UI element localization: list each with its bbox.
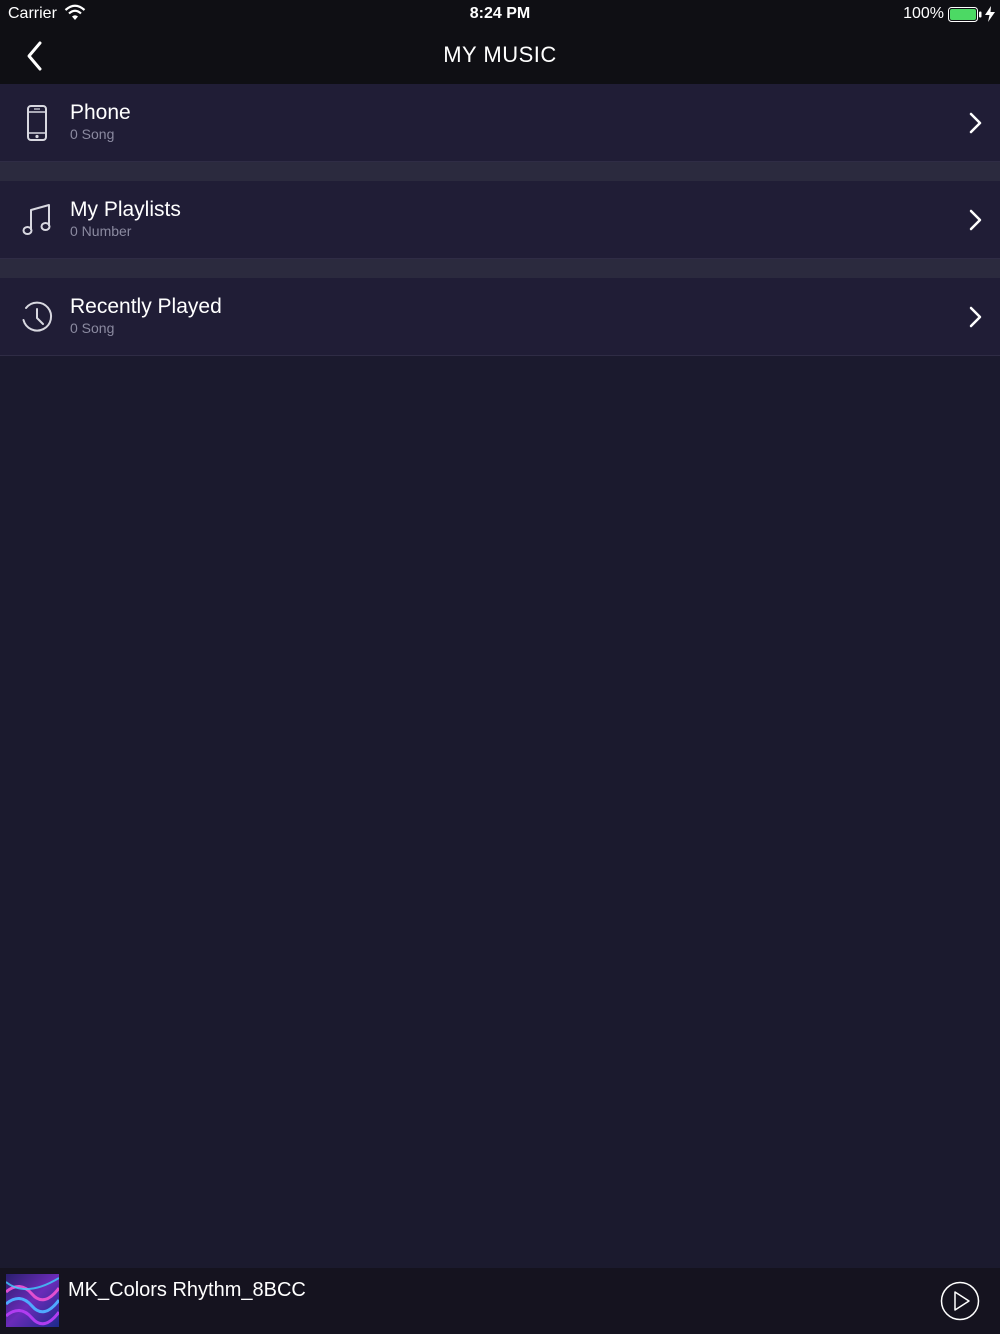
menu-item-count: 0 Number xyxy=(70,223,132,239)
album-art xyxy=(6,1274,59,1327)
section-divider xyxy=(0,162,1000,181)
menu-item-phone[interactable]: Phone 0 Song xyxy=(0,84,1000,162)
menu-item-label: Recently Played xyxy=(70,295,222,318)
navigation-bar: MY MUSIC xyxy=(0,28,1000,84)
music-menu: Phone 0 Song My Playlists 0 Number Recen… xyxy=(0,84,1000,356)
chevron-right-icon xyxy=(969,209,982,231)
menu-item-count: 0 Song xyxy=(70,320,115,336)
charging-bolt-icon xyxy=(985,6,995,22)
status-time: 8:24 PM xyxy=(469,5,531,22)
now-playing-title: MK_Colors Rhythm_8BCC xyxy=(68,1279,306,1301)
menu-item-label: My Playlists xyxy=(70,198,181,221)
phone-icon xyxy=(27,105,47,141)
music-note-icon xyxy=(22,204,51,235)
menu-item-count: 0 Song xyxy=(70,126,115,142)
battery-percent: 100% xyxy=(903,5,944,22)
status-bar: Carrier 8:24 PM 100% xyxy=(0,0,1000,28)
chevron-right-icon xyxy=(969,112,982,134)
section-divider xyxy=(0,259,1000,278)
menu-item-label: Phone xyxy=(70,101,131,124)
battery-icon xyxy=(948,7,982,22)
menu-item-playlists[interactable]: My Playlists 0 Number xyxy=(0,181,1000,259)
menu-item-recently-played[interactable]: Recently Played 0 Song xyxy=(0,278,1000,356)
page-title: MY MUSIC xyxy=(443,42,557,67)
clock-icon xyxy=(22,301,53,332)
mini-player[interactable]: MK_Colors Rhythm_8BCC xyxy=(0,1268,1000,1334)
play-icon[interactable] xyxy=(940,1281,980,1321)
chevron-right-icon xyxy=(969,306,982,328)
